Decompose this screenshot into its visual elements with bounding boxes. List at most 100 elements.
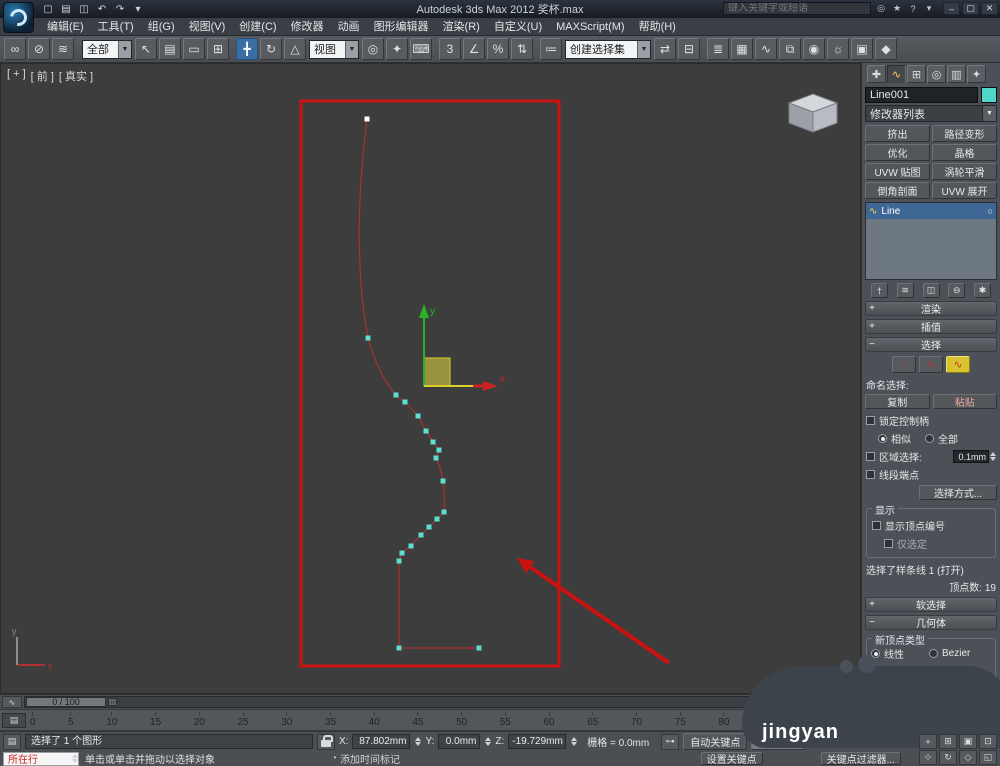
rollout-rendering[interactable]: + 渲染 xyxy=(865,301,997,316)
x-spinner-icon[interactable] xyxy=(415,737,422,746)
lock-handles-checkbox[interactable] xyxy=(866,416,875,425)
mirror-icon[interactable]: ⇄ xyxy=(654,38,676,60)
window-crossing-icon[interactable]: ⊞ xyxy=(207,38,229,60)
tab-create[interactable]: ✚ xyxy=(867,65,886,83)
layer-manager-icon[interactable]: ≣ xyxy=(707,38,729,60)
segment-end-checkbox[interactable] xyxy=(866,470,875,479)
menu-item-10[interactable]: MAXScript(M) xyxy=(549,18,631,36)
render-production-icon[interactable]: ◆ xyxy=(875,38,897,60)
snap-toggle-3-icon[interactable]: 3 xyxy=(439,38,461,60)
select-by-name-icon[interactable]: ▤ xyxy=(159,38,181,60)
bezier-radio[interactable] xyxy=(929,649,938,658)
use-pivot-center-icon[interactable]: ◎ xyxy=(362,38,384,60)
vertex-handle[interactable] xyxy=(365,335,371,341)
vertex-handle[interactable] xyxy=(423,428,429,434)
schematic-view-icon[interactable]: ⧉ xyxy=(779,38,801,60)
save-icon[interactable]: ◫ xyxy=(76,2,92,16)
redo-icon[interactable]: ↷ xyxy=(112,2,128,16)
tab-motion[interactable]: ◎ xyxy=(927,65,946,83)
z-spinner-icon[interactable] xyxy=(571,737,578,746)
vertex-handle[interactable] xyxy=(396,558,402,564)
auto-key-button[interactable]: 自动关键点 xyxy=(683,733,748,750)
search-input[interactable] xyxy=(723,2,871,15)
object-name-field[interactable]: Line001 xyxy=(865,87,978,103)
selected-only-checkbox[interactable] xyxy=(884,539,893,548)
y-spinner-icon[interactable] xyxy=(485,737,492,746)
workspace-dropdown-icon[interactable]: ▾ xyxy=(130,2,146,16)
menu-item-5[interactable]: 修改器 xyxy=(284,18,331,36)
modifier-stack[interactable]: ∿ Line ○ xyxy=(865,202,997,280)
modifier-button-0[interactable]: 挤出 xyxy=(865,125,930,142)
listener-spinner-icon[interactable] xyxy=(72,754,78,763)
vertex-handle[interactable] xyxy=(430,439,436,445)
menu-item-1[interactable]: 工具(T) xyxy=(91,18,141,36)
menu-item-7[interactable]: 图形编辑器 xyxy=(367,18,436,36)
star-icon[interactable]: ★ xyxy=(890,2,904,15)
key-mode-toggle-icon[interactable]: ⊶ xyxy=(661,733,680,750)
all-radio[interactable] xyxy=(925,434,934,443)
open-file-icon[interactable]: ▤ xyxy=(58,2,74,16)
vertex-handle[interactable] xyxy=(426,524,432,530)
vertex-handle[interactable] xyxy=(399,550,405,556)
stack-item-line[interactable]: ∿ Line ○ xyxy=(866,203,996,219)
rollout-soft-selection[interactable]: + 软选择 xyxy=(865,597,997,612)
vertex-handle[interactable] xyxy=(418,532,424,538)
first-vertex-handle[interactable] xyxy=(364,116,370,122)
rendered-frame-icon[interactable]: ▣ xyxy=(851,38,873,60)
angle-snap-icon[interactable]: ∠ xyxy=(463,38,485,60)
new-file-icon[interactable]: ▢ xyxy=(40,2,56,16)
segment-mode-icon[interactable]: ∿ xyxy=(919,356,943,373)
add-time-tag[interactable]: ◔ 添加时间标记 xyxy=(331,751,400,766)
tab-modify[interactable]: ∿ xyxy=(887,65,906,83)
menu-item-9[interactable]: 自定义(U) xyxy=(487,18,549,36)
mini-listener-icon[interactable]: ▤ xyxy=(3,733,21,750)
selection-region-icon[interactable]: ▭ xyxy=(183,38,205,60)
modifier-button-1[interactable]: 路径变形 xyxy=(932,125,997,142)
infocenter-dropdown-icon[interactable]: ▾ xyxy=(922,2,936,15)
copy-button[interactable]: 复制 xyxy=(865,394,930,409)
select-by-button[interactable]: 选择方式... xyxy=(919,485,997,500)
visibility-lamp-icon[interactable]: ○ xyxy=(988,206,993,216)
search-icon[interactable]: ◎ xyxy=(874,2,888,15)
unlink-selection-icon[interactable]: ⊘ xyxy=(28,38,50,60)
select-and-scale-icon[interactable]: △ xyxy=(284,38,306,60)
menu-item-0[interactable]: 编辑(E) xyxy=(40,18,91,36)
menu-item-3[interactable]: 视图(V) xyxy=(182,18,233,36)
keyboard-override-icon[interactable]: ⌨ xyxy=(410,38,432,60)
graphite-toggle-icon[interactable]: ▦ xyxy=(731,38,753,60)
selection-lock-toggle[interactable] xyxy=(317,733,335,750)
pan-icon[interactable]: ⊹ xyxy=(919,750,937,765)
modifier-list-dropdown[interactable]: 修改器列表 ▼ xyxy=(865,105,997,122)
spline-mode-icon[interactable]: ∿ xyxy=(946,356,970,373)
orbit-icon[interactable]: ↻ xyxy=(939,750,957,765)
show-end-result-icon[interactable]: ≋ xyxy=(896,283,914,298)
tab-utilities[interactable]: ✦ xyxy=(967,65,986,83)
zoom-extents-icon[interactable]: ▣ xyxy=(959,734,977,749)
area-threshold-spinner[interactable]: 0.1mm xyxy=(953,450,996,463)
vertex-handle[interactable] xyxy=(433,455,439,461)
object-color-swatch[interactable] xyxy=(981,87,997,103)
viewport-canvas[interactable]: yxxy xyxy=(1,64,861,694)
field-of-view-icon[interactable]: ◇ xyxy=(959,750,977,765)
selection-filter-dropdown[interactable]: 全部 ▼ xyxy=(82,39,132,59)
vertex-handle[interactable] xyxy=(415,413,421,419)
select-object-icon[interactable]: ↖ xyxy=(135,38,157,60)
app-logo-icon[interactable] xyxy=(3,2,34,33)
reference-coordinate-dropdown[interactable]: 视图 ▼ xyxy=(309,39,359,59)
show-vertex-numbers-checkbox[interactable] xyxy=(872,521,881,530)
viewcube[interactable] xyxy=(787,93,839,133)
mini-curve-editor-icon[interactable]: ∿ xyxy=(2,696,22,708)
help-icon[interactable]: ? xyxy=(906,2,920,15)
menu-item-11[interactable]: 帮助(H) xyxy=(632,18,683,36)
transform-gizmo[interactable]: yx xyxy=(419,304,505,391)
material-editor-icon[interactable]: ◉ xyxy=(803,38,825,60)
spinner-arrows-icon[interactable] xyxy=(990,452,996,461)
select-and-manipulate-icon[interactable]: ✦ xyxy=(386,38,408,60)
vertex-handle[interactable] xyxy=(408,543,414,549)
z-coordinate-field[interactable]: -19.729mm xyxy=(508,734,567,749)
area-selection-checkbox[interactable] xyxy=(866,452,875,461)
spinner-snap-icon[interactable]: ⇅ xyxy=(511,38,533,60)
key-filters-button[interactable]: 关键点过滤器... xyxy=(820,752,901,766)
mini-listener-field[interactable]: 所在行 xyxy=(3,751,79,766)
modifier-button-7[interactable]: UVW 展开 xyxy=(932,182,997,199)
